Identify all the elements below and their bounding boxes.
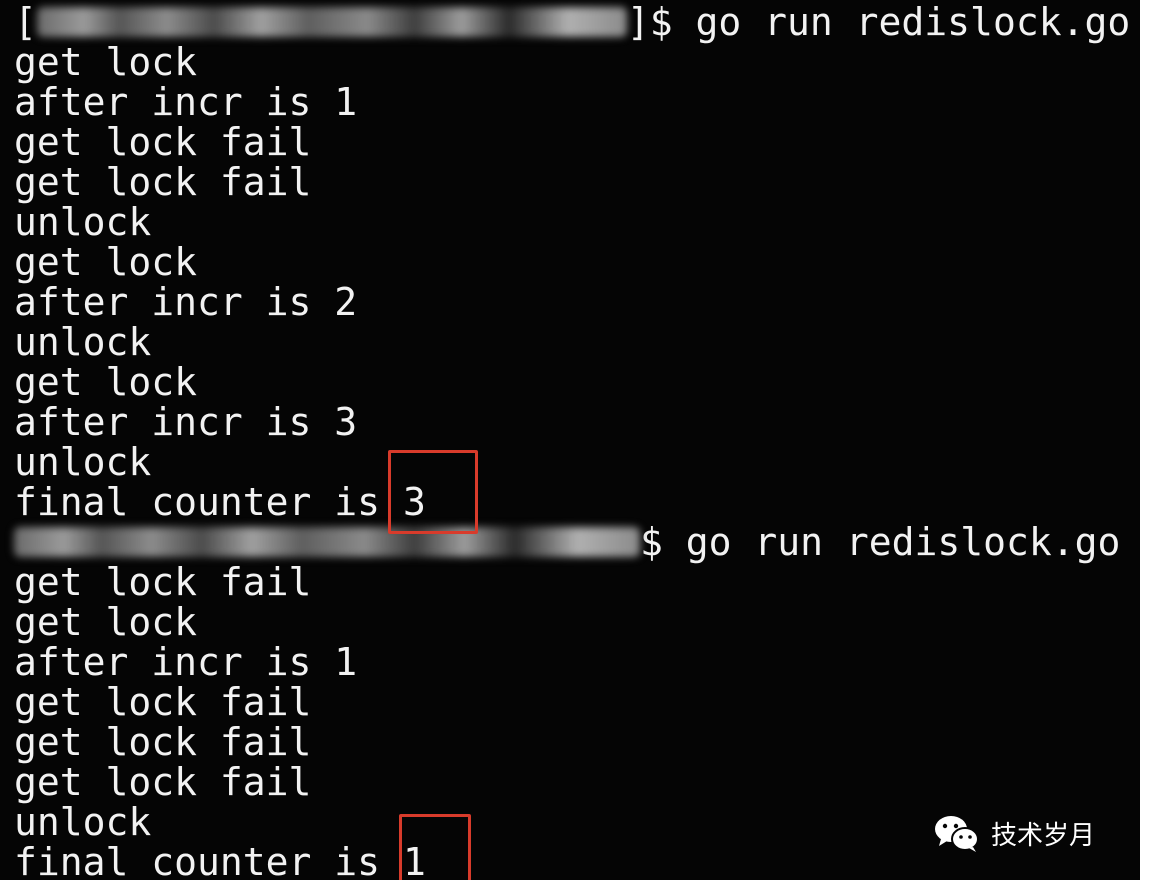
output-line: unlock [14, 320, 152, 364]
output-line: after incr is 1 [14, 640, 358, 684]
prompt-open-bracket: [ [14, 0, 37, 44]
output-line: get lock fail [14, 120, 312, 164]
prompt-line-2: $ go run redislock.go [14, 522, 1120, 562]
terminal-window[interactable]: [ ]$ go run redislock.go get lock after … [0, 0, 1140, 880]
watermark: 技术岁月 [933, 810, 1095, 856]
output-line: get lock fail [14, 160, 312, 204]
output-line: get lock fail [14, 560, 312, 604]
highlight-box-final-3 [388, 450, 478, 534]
watermark-text: 技术岁月 [991, 820, 1096, 851]
output-line: unlock [14, 800, 152, 844]
output-line: get lock fail [14, 680, 312, 724]
output-line: after incr is 2 [14, 280, 358, 324]
output-line: get lock fail [14, 760, 312, 804]
output-line: after incr is 3 [14, 400, 358, 444]
wechat-icon [933, 813, 981, 853]
final-counter-label: final counter is [14, 480, 403, 524]
redacted-hostname [36, 7, 627, 37]
final-counter-label: final counter is [14, 840, 403, 880]
prompt-command: ]$ go run redislock.go [626, 0, 1131, 44]
output-line: after incr is 1 [14, 80, 358, 124]
final-counter-line-2: final counter is 1 [14, 842, 426, 880]
redacted-hostname [14, 527, 640, 557]
output-line: get lock [14, 600, 198, 644]
highlight-box-final-1 [399, 814, 471, 880]
output-line: unlock [14, 440, 152, 484]
prompt-line-1: [ ]$ go run redislock.go [14, 2, 1130, 42]
output-line: get lock [14, 360, 198, 404]
output-line: get lock [14, 40, 198, 84]
prompt-command: $ go run redislock.go [640, 520, 1121, 564]
output-line: get lock fail [14, 720, 312, 764]
output-line: get lock [14, 240, 198, 284]
output-line: unlock [14, 200, 152, 244]
final-counter-line-1: final counter is 3 [14, 482, 426, 522]
